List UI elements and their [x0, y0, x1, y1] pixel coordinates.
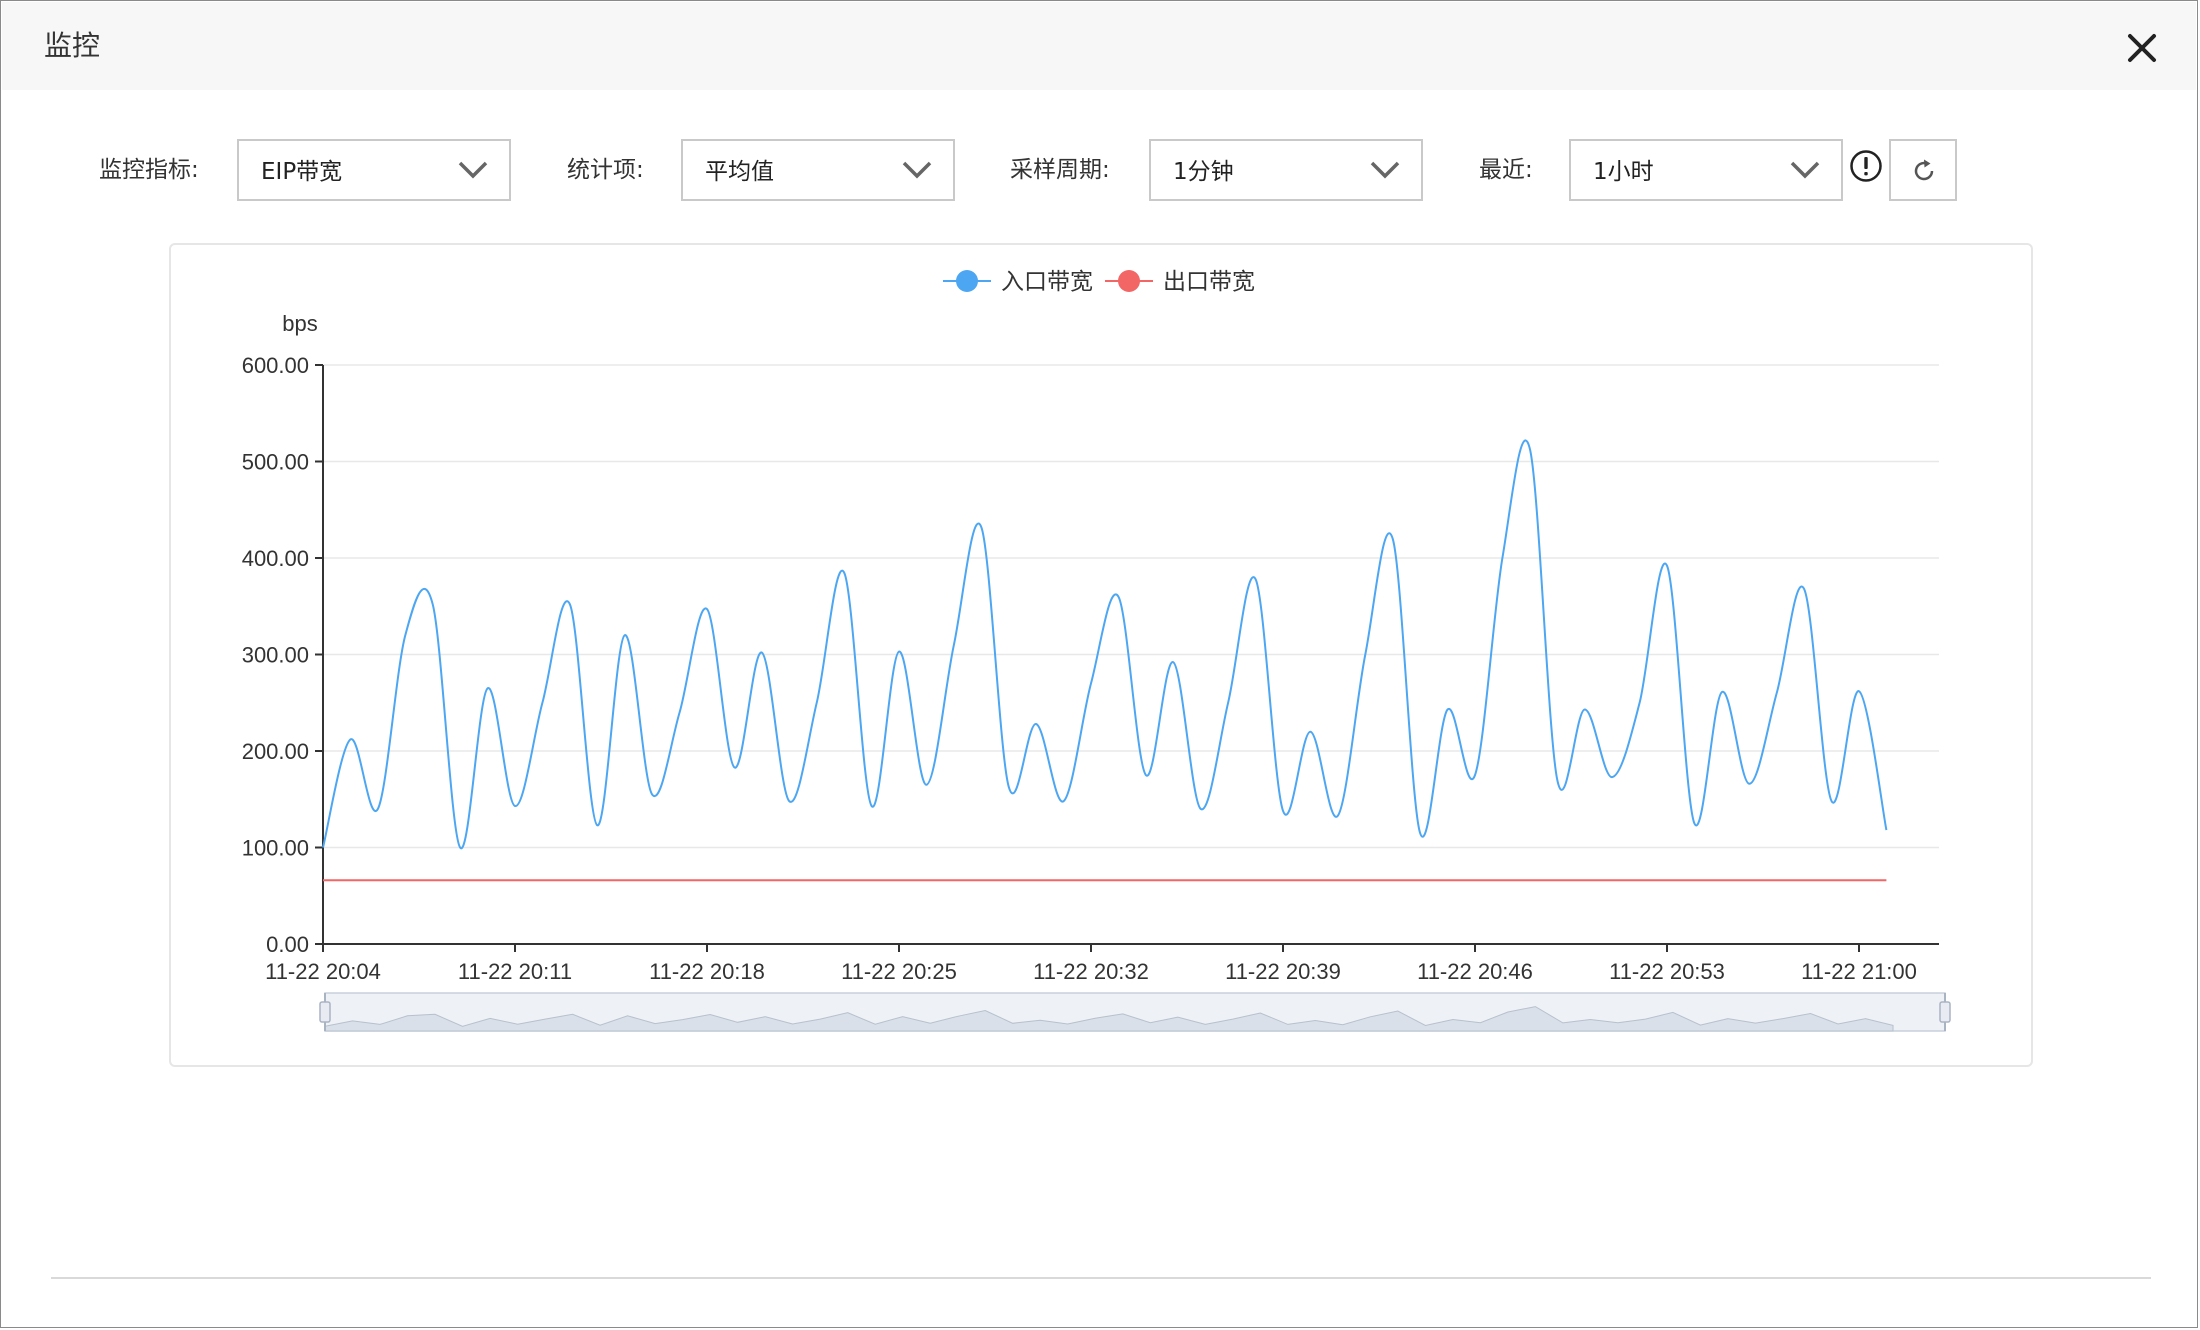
x-tick-label: 11-22 20:53 — [1609, 959, 1725, 984]
y-tick-label: 600.00 — [242, 353, 309, 378]
series-line-inbound — [322, 439, 1888, 849]
y-tick-label: 100.00 — [242, 836, 309, 861]
chart-series — [322, 439, 1888, 882]
close-button[interactable] — [2122, 28, 2162, 68]
legend-label: 入口带宽 — [1001, 268, 1093, 294]
legend-marker — [956, 270, 978, 292]
chart-grid — [323, 364, 1939, 849]
legend-item-outbound[interactable]: 出口带宽 — [1105, 268, 1255, 294]
x-tick-label: 11-22 20:11 — [458, 959, 572, 984]
chart-legend: 入口带宽 出口带宽 — [943, 268, 1255, 294]
chevron-down-icon — [1370, 161, 1400, 179]
stat-select-value: 平均值 — [705, 159, 774, 185]
period-label: 采样周期: — [1010, 157, 1110, 183]
metric-label: 监控指标: — [99, 157, 199, 183]
refresh-icon — [1914, 159, 1934, 181]
x-tick-label: 11-22 20:39 — [1225, 959, 1341, 984]
y-tick-label: 300.00 — [242, 643, 309, 668]
dialog-title: 监控 — [44, 29, 101, 62]
recent-select-value: 1小时 — [1593, 159, 1654, 185]
data-zoom-slider[interactable] — [319, 992, 1951, 1032]
y-tick-label: 500.00 — [242, 450, 309, 475]
info-icon[interactable] — [1849, 149, 1883, 183]
y-axis-ticks: 0.00 100.00 200.00 300.00 400.00 500.00 600.00 — [242, 353, 323, 957]
monitor-dialog: 监控 监控指标: EIP带宽 统计项: 平均值 采样周期: 1分钟 最近: 1小… — [0, 0, 2198, 1328]
y-tick-label: 0.00 — [266, 932, 309, 957]
chevron-down-icon — [1790, 161, 1820, 179]
x-tick-label: 11-22 21:00 — [1801, 959, 1917, 984]
y-tick-label: 200.00 — [242, 739, 309, 764]
legend-item-inbound[interactable]: 入口带宽 — [943, 268, 1093, 294]
period-select-value: 1分钟 — [1173, 159, 1234, 185]
refresh-button[interactable] — [1889, 139, 1957, 201]
recent-label: 最近: — [1479, 157, 1533, 183]
bandwidth-chart: 入口带宽 出口带宽 bps 0.00 100.00 200.00 300.00 400.0… — [242, 268, 1951, 1032]
footer-divider — [51, 1277, 2151, 1279]
y-axis-label: bps — [282, 311, 317, 336]
stat-label: 统计项: — [567, 157, 644, 183]
x-tick-label: 11-22 20:25 — [841, 959, 957, 984]
stat-select[interactable]: 平均值 — [681, 139, 955, 201]
period-select[interactable]: 1分钟 — [1149, 139, 1423, 201]
legend-label: 出口带宽 — [1163, 268, 1255, 294]
slider-handle-grip — [1939, 1001, 1951, 1023]
x-tick-label: 11-22 20:32 — [1033, 959, 1149, 984]
recent-select[interactable]: 1小时 — [1569, 139, 1843, 201]
metric-select-value: EIP带宽 — [261, 159, 343, 185]
chevron-down-icon — [458, 161, 488, 179]
x-tick-label: 11-22 20:46 — [1417, 959, 1533, 984]
x-tick-label: 11-22 20:04 — [265, 959, 381, 984]
filter-bar: 监控指标: EIP带宽 统计项: 平均值 采样周期: 1分钟 最近: 1小时 — [1, 139, 2200, 203]
close-icon — [2128, 34, 2156, 62]
x-tick-label: 11-22 20:18 — [649, 959, 765, 984]
dialog-header: 监控 — [2, 2, 2196, 90]
y-tick-label: 400.00 — [242, 546, 309, 571]
x-axis-ticks: 11-22 20:04 11-22 20:11 11-22 20:18 11-22 2… — [265, 944, 1917, 984]
slider-handle-grip — [319, 1001, 331, 1023]
metric-select[interactable]: EIP带宽 — [237, 139, 511, 201]
chevron-down-icon — [902, 161, 932, 179]
legend-marker — [1118, 270, 1140, 292]
